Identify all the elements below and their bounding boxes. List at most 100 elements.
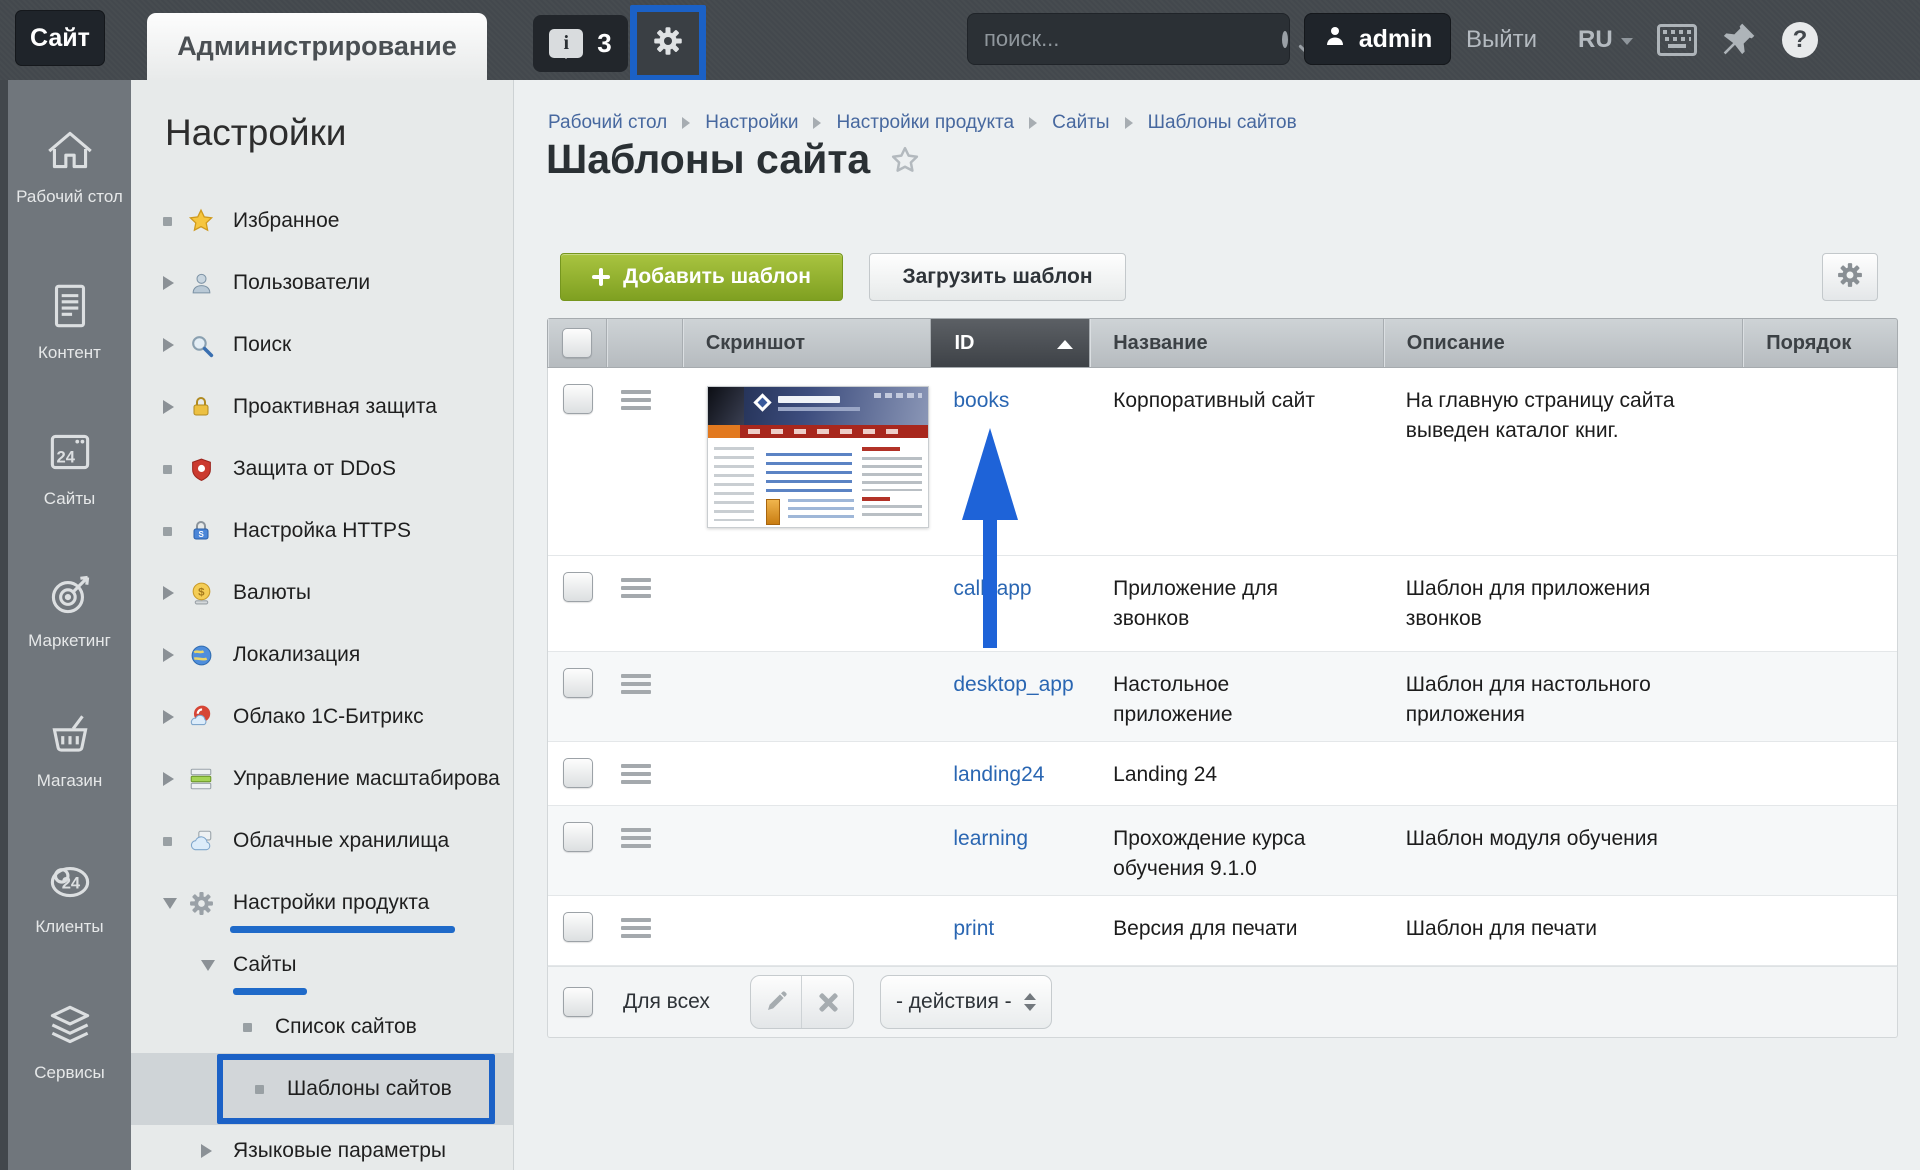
- template-id-link[interactable]: landing24: [953, 763, 1044, 786]
- table-settings-button[interactable]: [1822, 253, 1878, 301]
- menu-item-10[interactable]: Управление масштабирова: [131, 748, 514, 810]
- row-menu-icon[interactable]: [621, 674, 651, 694]
- chevron-right-icon[interactable]: [163, 276, 174, 290]
- delete-button[interactable]: [802, 976, 853, 1028]
- keyboard-icon[interactable]: [1657, 24, 1697, 56]
- template-id-link[interactable]: learning: [953, 827, 1028, 850]
- menu-item-15[interactable]: Шаблоны сайтов: [131, 1058, 514, 1120]
- breadcrumb-link-4[interactable]: Сайты: [1052, 112, 1109, 134]
- edit-button[interactable]: [751, 976, 803, 1028]
- menu-item-11[interactable]: Облачные хранилища: [131, 810, 514, 872]
- chevron-right-icon[interactable]: [201, 1144, 212, 1158]
- active-section-underline: [233, 988, 307, 995]
- footer-select-checkbox[interactable]: [563, 987, 593, 1017]
- chevron-right-icon[interactable]: [163, 400, 174, 414]
- menu-item-14[interactable]: Список сайтов: [131, 996, 514, 1058]
- chevron-right-icon[interactable]: [163, 338, 174, 352]
- rail-item-3[interactable]: 24Сайты: [8, 422, 131, 509]
- row-menu-icon[interactable]: [621, 578, 651, 598]
- site-button[interactable]: Сайт: [15, 10, 105, 66]
- rail-item-5[interactable]: Магазин: [8, 704, 131, 791]
- id-cell: learning: [931, 806, 1090, 895]
- breadcrumb-link-5[interactable]: Шаблоны сайтов: [1148, 112, 1297, 134]
- row-checkbox[interactable]: [563, 758, 593, 788]
- language-dropdown[interactable]: RU: [1578, 26, 1633, 54]
- favorite-star-icon[interactable]: [890, 145, 920, 175]
- row-menu-icon[interactable]: [621, 918, 651, 938]
- row-checkbox[interactable]: [563, 668, 593, 698]
- row-checkbox[interactable]: [563, 912, 593, 942]
- logout-link[interactable]: Выйти: [1466, 26, 1537, 54]
- breadcrumb-link-2[interactable]: Настройки: [705, 112, 798, 134]
- add-template-button[interactable]: Добавить шаблон: [560, 253, 843, 301]
- chevron-right-icon[interactable]: [163, 586, 174, 600]
- chevron-right-icon[interactable]: [163, 648, 174, 662]
- menu-item-6[interactable]: SНастройка HTTPS: [131, 500, 514, 562]
- menu-item-8[interactable]: Локализация: [131, 624, 514, 686]
- description-cell: На главную страницу сайта выведен катало…: [1384, 368, 1743, 555]
- search-icon[interactable]: [1282, 31, 1288, 48]
- gear-icon[interactable]: [653, 26, 683, 61]
- tab-administration[interactable]: Администрирование: [147, 13, 487, 80]
- breadcrumb-link-3[interactable]: Настройки продукта: [836, 112, 1014, 134]
- column-header-1[interactable]: Скриншот: [683, 319, 932, 367]
- annotation-arrow: [962, 428, 1018, 520]
- thumb-link-list: [766, 453, 852, 495]
- template-id-link[interactable]: print: [953, 917, 994, 940]
- help-button[interactable]: ?: [1782, 22, 1818, 58]
- sort-ascending-icon: [1057, 340, 1073, 349]
- rail-item-label: Клиенты: [15, 916, 125, 937]
- row-checkbox[interactable]: [563, 572, 593, 602]
- menu-item-1[interactable]: Избранное: [131, 190, 514, 252]
- template-id-link[interactable]: desktop_app: [953, 673, 1073, 696]
- rail-item-7[interactable]: Сервисы: [8, 996, 131, 1083]
- page-title-row: Шаблоны сайта: [546, 136, 920, 183]
- rail-item-2[interactable]: Контент: [8, 276, 131, 363]
- upload-template-button[interactable]: Загрузить шаблон: [869, 253, 1126, 301]
- menu-item-12[interactable]: Настройки продукта: [131, 872, 514, 934]
- menu-item-5[interactable]: Защита от DDoS: [131, 438, 514, 500]
- rail-item-1[interactable]: Рабочий стол: [8, 120, 131, 207]
- column-header-5[interactable]: Порядок: [1743, 319, 1897, 367]
- menu-item-9[interactable]: Облако 1С-Битрикс: [131, 686, 514, 748]
- search-icon: [188, 332, 214, 358]
- menu-item-3[interactable]: Поиск: [131, 314, 514, 376]
- name-cell: Версия для печати: [1090, 896, 1384, 965]
- rail-item-label: Сайты: [15, 488, 125, 509]
- chevron-down-icon[interactable]: [163, 898, 177, 909]
- menu-item-7[interactable]: $Валюты: [131, 562, 514, 624]
- star-icon: [188, 208, 214, 234]
- template-screenshot-thumbnail[interactable]: [707, 386, 929, 528]
- search-input[interactable]: [984, 26, 1272, 52]
- menu-item-4[interactable]: Проактивная защита: [131, 376, 514, 438]
- row-menu-icon[interactable]: [621, 764, 651, 784]
- column-header-label: Скриншот: [706, 332, 805, 355]
- chevron-down-icon[interactable]: [201, 960, 215, 971]
- actions-dropdown[interactable]: - действия -: [880, 975, 1052, 1029]
- pin-icon[interactable]: [1718, 20, 1758, 60]
- row-menu-icon[interactable]: [621, 390, 651, 410]
- template-id-link[interactable]: books: [953, 389, 1009, 412]
- menu-item-2[interactable]: Пользователи: [131, 252, 514, 314]
- header-select-checkbox[interactable]: [562, 328, 592, 358]
- row-menu-icon[interactable]: [621, 828, 651, 848]
- breadcrumb-link-1[interactable]: Рабочий стол: [548, 112, 667, 134]
- menu-item-16[interactable]: Языковые параметры: [131, 1120, 514, 1170]
- home-icon: [42, 120, 98, 180]
- column-header-4[interactable]: Описание: [1384, 319, 1743, 367]
- bullet-icon: [163, 465, 172, 474]
- rail-item-6[interactable]: 24Клиенты: [8, 850, 131, 937]
- chevron-right-icon[interactable]: [163, 710, 174, 724]
- user-button[interactable]: admin: [1304, 13, 1451, 65]
- description-cell: Шаблон для настольного приложения: [1384, 652, 1743, 741]
- column-header-3[interactable]: Название: [1090, 319, 1384, 367]
- chevron-right-icon[interactable]: [163, 772, 174, 786]
- row-checkbox[interactable]: [563, 822, 593, 852]
- menu-item-13[interactable]: Сайты: [131, 934, 514, 996]
- notifications-button[interactable]: i 3: [533, 15, 628, 72]
- column-header-2[interactable]: ID: [931, 319, 1090, 367]
- notifications-count: 3: [597, 28, 611, 59]
- search-box[interactable]: [967, 13, 1290, 65]
- rail-item-4[interactable]: Маркетинг: [8, 564, 131, 651]
- row-checkbox[interactable]: [563, 384, 593, 414]
